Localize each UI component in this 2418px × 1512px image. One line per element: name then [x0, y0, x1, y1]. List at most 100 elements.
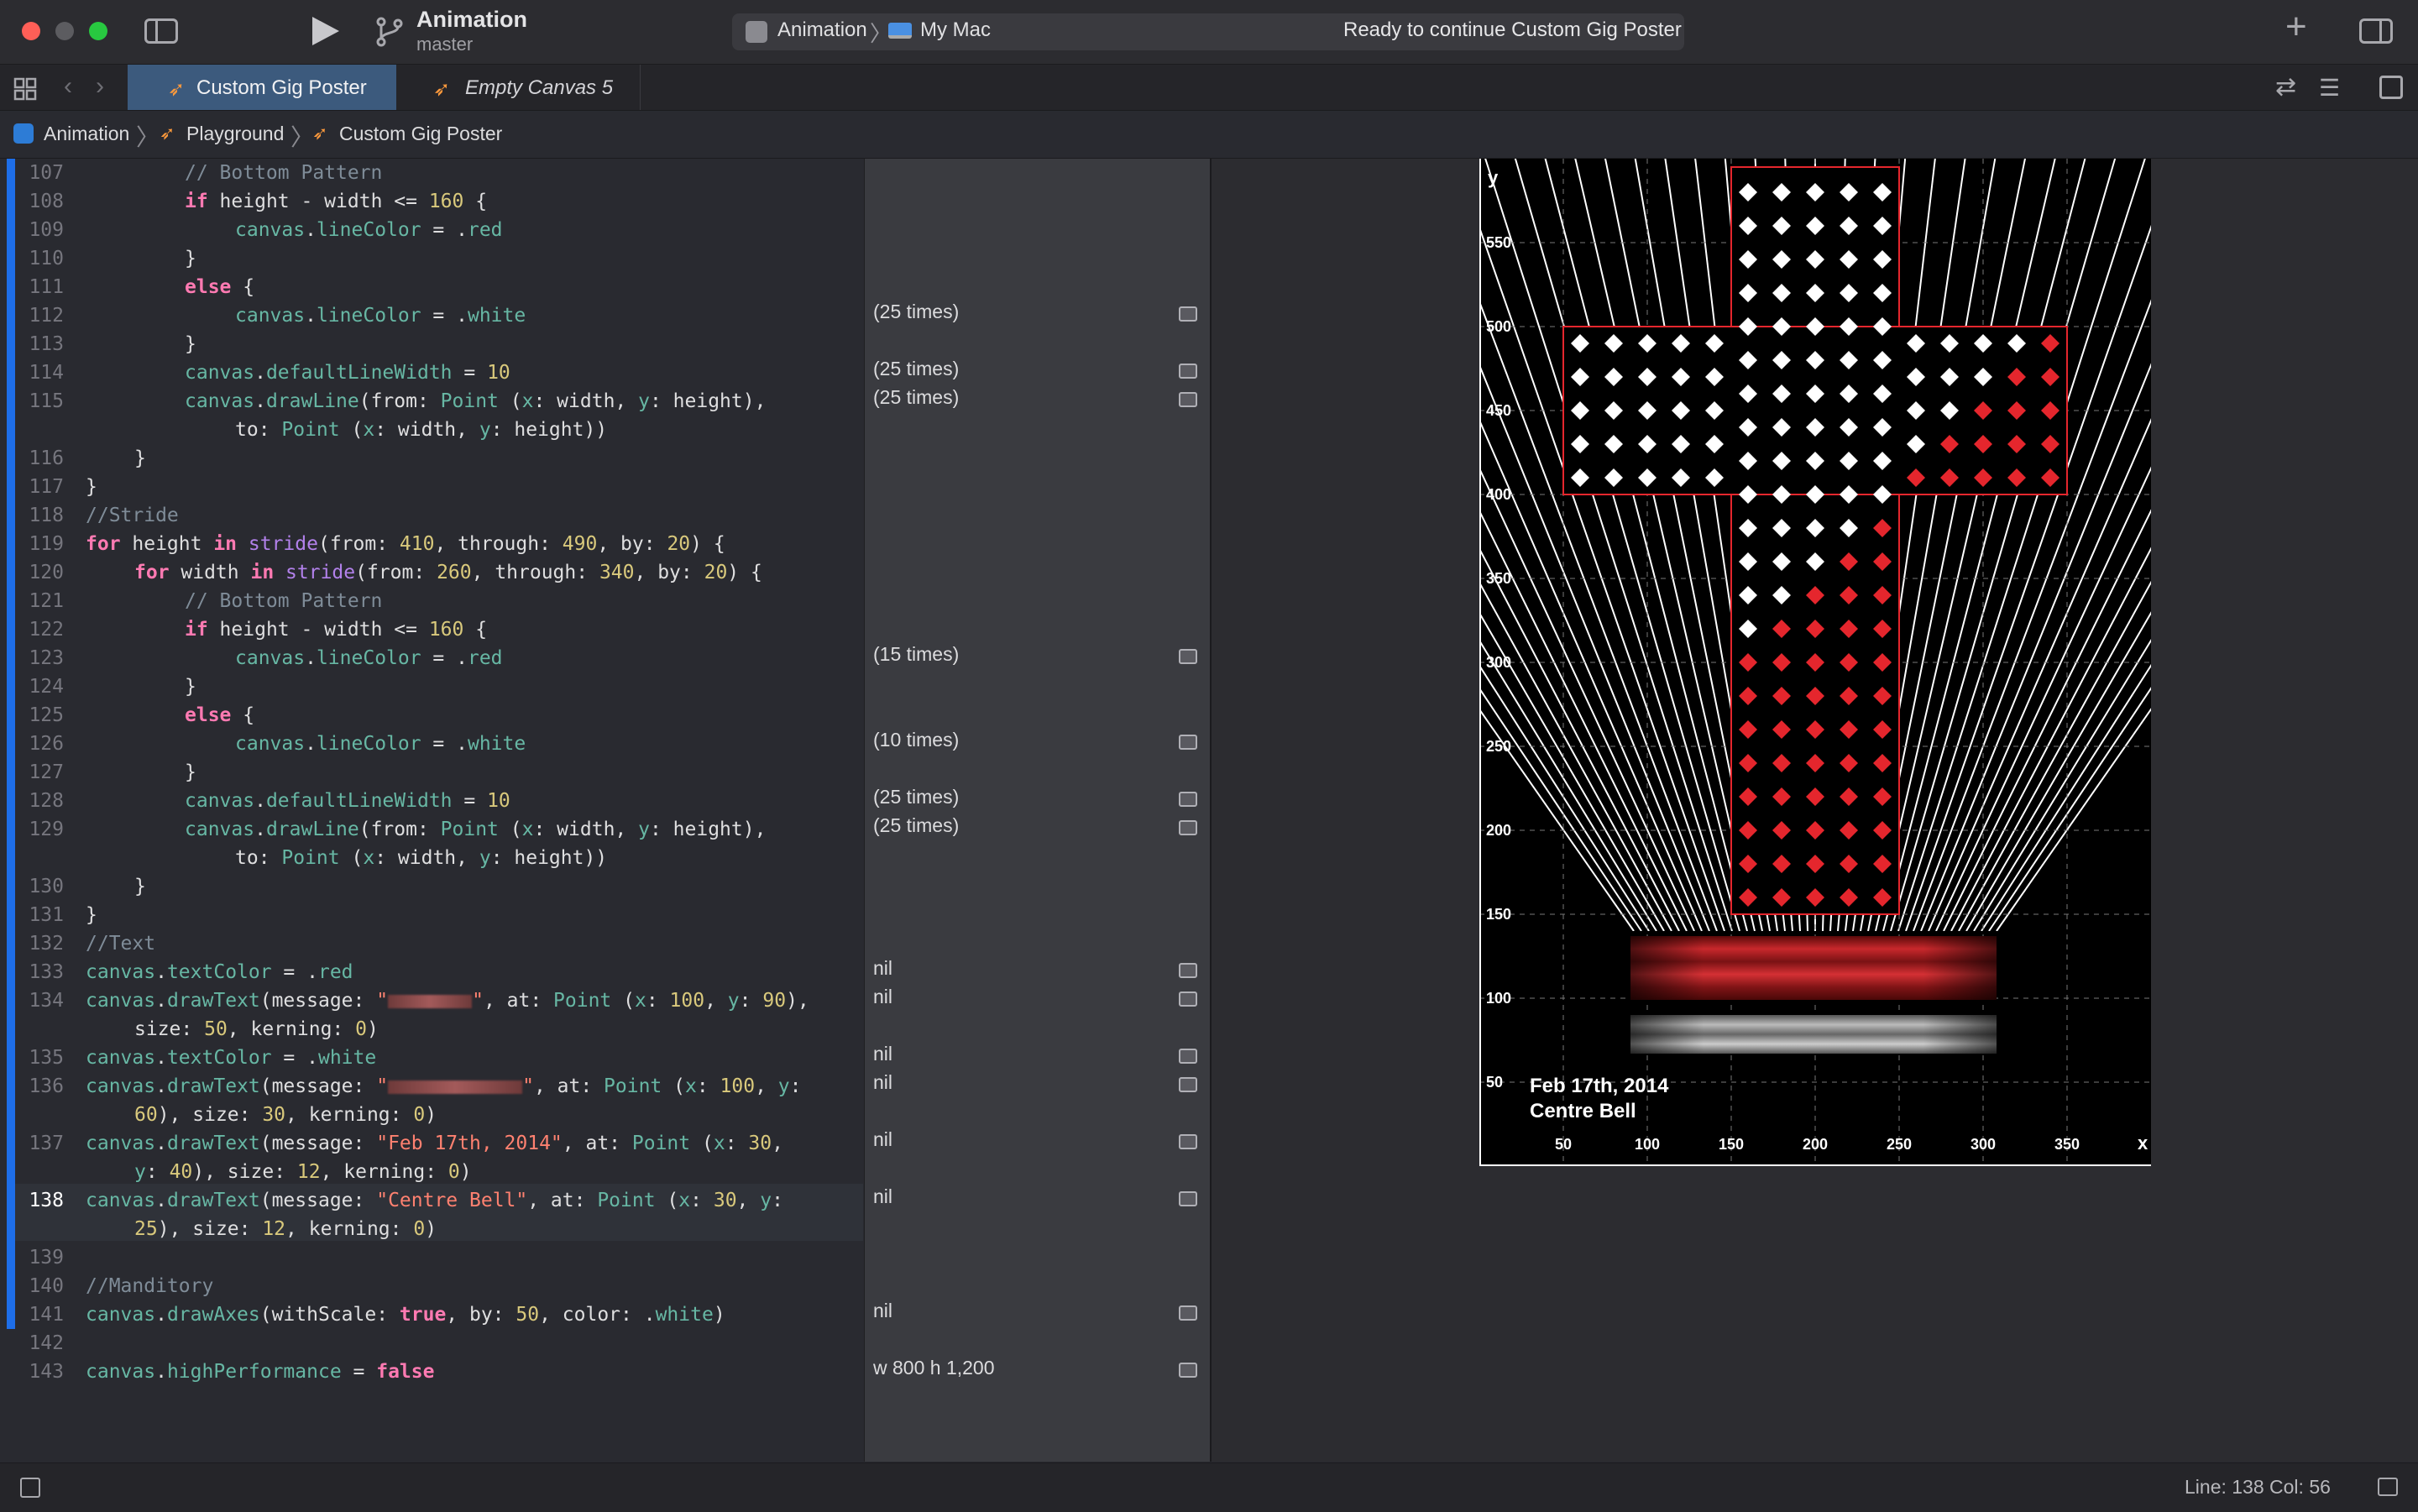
line-number: 128: [29, 790, 64, 812]
code-line: canvas.drawAxes(withScale: true, by: 50,…: [86, 1304, 725, 1326]
activity-status-text: Ready to continue Custom Gig Poster: [1343, 18, 1682, 41]
line-number: 119: [29, 533, 64, 555]
breadcrumb-item-project[interactable]: Animation: [44, 123, 129, 145]
inspector-toggle-icon[interactable]: [2359, 18, 2393, 44]
close-window-button[interactable]: [22, 22, 40, 40]
line-number: 108: [29, 191, 64, 212]
code-line: for height in stride(from: 410, through:…: [86, 533, 725, 555]
code-line-current: canvas.drawText(message: "Centre Bell", …: [86, 1190, 783, 1211]
ray-line: [1882, 159, 2086, 932]
line-number: 141: [29, 1304, 64, 1326]
related-items-grid-icon[interactable]: [13, 77, 37, 101]
ray-line: [1950, 547, 2151, 932]
quick-look-icon[interactable]: [1179, 1305, 1197, 1321]
poster-venue: Centre Bell: [1530, 1100, 1636, 1122]
quick-look-icon[interactable]: [1179, 649, 1197, 664]
chevron-right-icon[interactable]: ›: [96, 72, 104, 101]
quick-look-icon[interactable]: [1179, 1134, 1197, 1149]
code-line: //Text: [86, 933, 156, 955]
line-number: 125: [29, 704, 64, 726]
run-button[interactable]: [312, 17, 339, 45]
line-number: 140: [29, 1275, 64, 1297]
run-destination-selector[interactable]: My Mac: [920, 18, 991, 42]
quick-look-icon[interactable]: [1179, 1049, 1197, 1064]
line-number: 113: [29, 333, 64, 355]
quick-look-icon[interactable]: [1179, 735, 1197, 750]
swift-file-icon: ➶: [160, 123, 175, 144]
add-library-icon[interactable]: +: [2285, 8, 2307, 45]
debug-area-toggle-icon[interactable]: [20, 1478, 40, 1498]
y-tick-label: 550: [1486, 234, 1511, 251]
result-value: (25 times): [873, 358, 960, 379]
quick-look-icon[interactable]: [1179, 1363, 1197, 1378]
code-line: }: [86, 904, 97, 926]
line-number: 135: [29, 1047, 64, 1069]
gig-poster-canvas: Feb 17th, 2014 Centre Bell 550 500 450 400 3…: [1479, 159, 2151, 1166]
line-number: 115: [29, 390, 64, 412]
swap-icon[interactable]: ⇄: [2275, 72, 2296, 102]
result-value: (25 times): [873, 814, 960, 836]
x-tick-label: 250: [1887, 1136, 1912, 1153]
breadcrumb-item-file[interactable]: Custom Gig Poster: [339, 123, 502, 145]
code-line: canvas.lineColor = .white: [235, 305, 526, 327]
y-tick-label: 500: [1486, 318, 1511, 335]
x-tick-label: 300: [1971, 1136, 1996, 1153]
scheme-icon[interactable]: [746, 21, 767, 43]
editor-options-icon[interactable]: ☰: [2319, 74, 2340, 102]
line-number: 137: [29, 1133, 64, 1154]
quick-look-icon[interactable]: [1179, 963, 1197, 978]
canvas-preview: Feb 17th, 2014 Centre Bell 550 500 450 400 3…: [1479, 159, 2151, 1166]
y-tick-label: 100: [1486, 990, 1511, 1007]
quick-look-icon[interactable]: [1179, 820, 1197, 835]
code-line: else {: [185, 276, 255, 298]
quick-look-icon[interactable]: [1179, 991, 1197, 1007]
tab-label[interactable]: Custom Gig Poster: [196, 76, 367, 100]
x-tick-label: 100: [1635, 1136, 1660, 1153]
navigator-toggle-icon[interactable]: [144, 18, 178, 44]
quick-look-icon[interactable]: [1179, 306, 1197, 322]
cross-pattern: [1562, 166, 2068, 915]
code-line: to: Point (x: width, y: height)): [235, 847, 608, 869]
branch-name: master: [416, 34, 474, 55]
code-line: //Stride: [86, 505, 179, 526]
code-line: canvas.defaultLineWidth = 10: [185, 790, 510, 812]
minimize-window-button[interactable]: [55, 22, 74, 40]
code-line: 60), size: 30, kerning: 0): [134, 1104, 437, 1126]
y-tick-label: 400: [1486, 486, 1511, 503]
code-line: canvas.highPerformance = false: [86, 1361, 435, 1383]
code-line: // Bottom Pattern: [185, 162, 383, 184]
code-line: else {: [185, 704, 255, 726]
code-line: }: [134, 447, 146, 469]
result-value: nil: [873, 1071, 893, 1093]
scheme-selector[interactable]: Animation: [777, 18, 867, 42]
quick-look-icon[interactable]: [1179, 1191, 1197, 1206]
quick-look-icon[interactable]: [1179, 364, 1197, 379]
code-line: y: 40), size: 12, kerning: 0): [134, 1161, 472, 1183]
split-editor-icon[interactable]: [2379, 76, 2403, 99]
line-number: 107: [29, 162, 64, 184]
zoom-window-button[interactable]: [89, 22, 107, 40]
chevron-right-icon: 〉: [290, 124, 315, 150]
result-value: w 800 h 1,200: [873, 1357, 995, 1379]
panel-toggle-icon[interactable]: [2378, 1478, 2398, 1496]
line-number: 109: [29, 219, 64, 241]
chevron-left-icon[interactable]: ‹: [64, 72, 72, 101]
project-name: Animation: [416, 7, 527, 32]
quick-look-icon[interactable]: [1179, 1077, 1197, 1092]
ray-line: [1544, 159, 1748, 932]
cursor-position: Line: 138 Col: 56: [2185, 1476, 2331, 1498]
swift-file-icon: ➶: [312, 123, 328, 144]
subheadline-fade: [1630, 1015, 1997, 1054]
result-value: (15 times): [873, 643, 960, 665]
tab-label[interactable]: Empty Canvas 5: [465, 76, 613, 100]
code-line: }: [185, 761, 196, 783]
quick-look-icon[interactable]: [1179, 792, 1197, 807]
swift-file-icon: ➶: [433, 78, 451, 101]
quick-look-icon[interactable]: [1179, 392, 1197, 407]
code-line: canvas.drawLine(from: Point (x: width, y…: [185, 390, 767, 412]
breadcrumb-item-playground[interactable]: Playground: [186, 123, 284, 145]
y-tick-label: 150: [1486, 906, 1511, 923]
code-line: canvas.lineColor = .white: [235, 733, 526, 755]
ray-line: [1988, 687, 2151, 932]
line-number: 126: [29, 733, 64, 755]
